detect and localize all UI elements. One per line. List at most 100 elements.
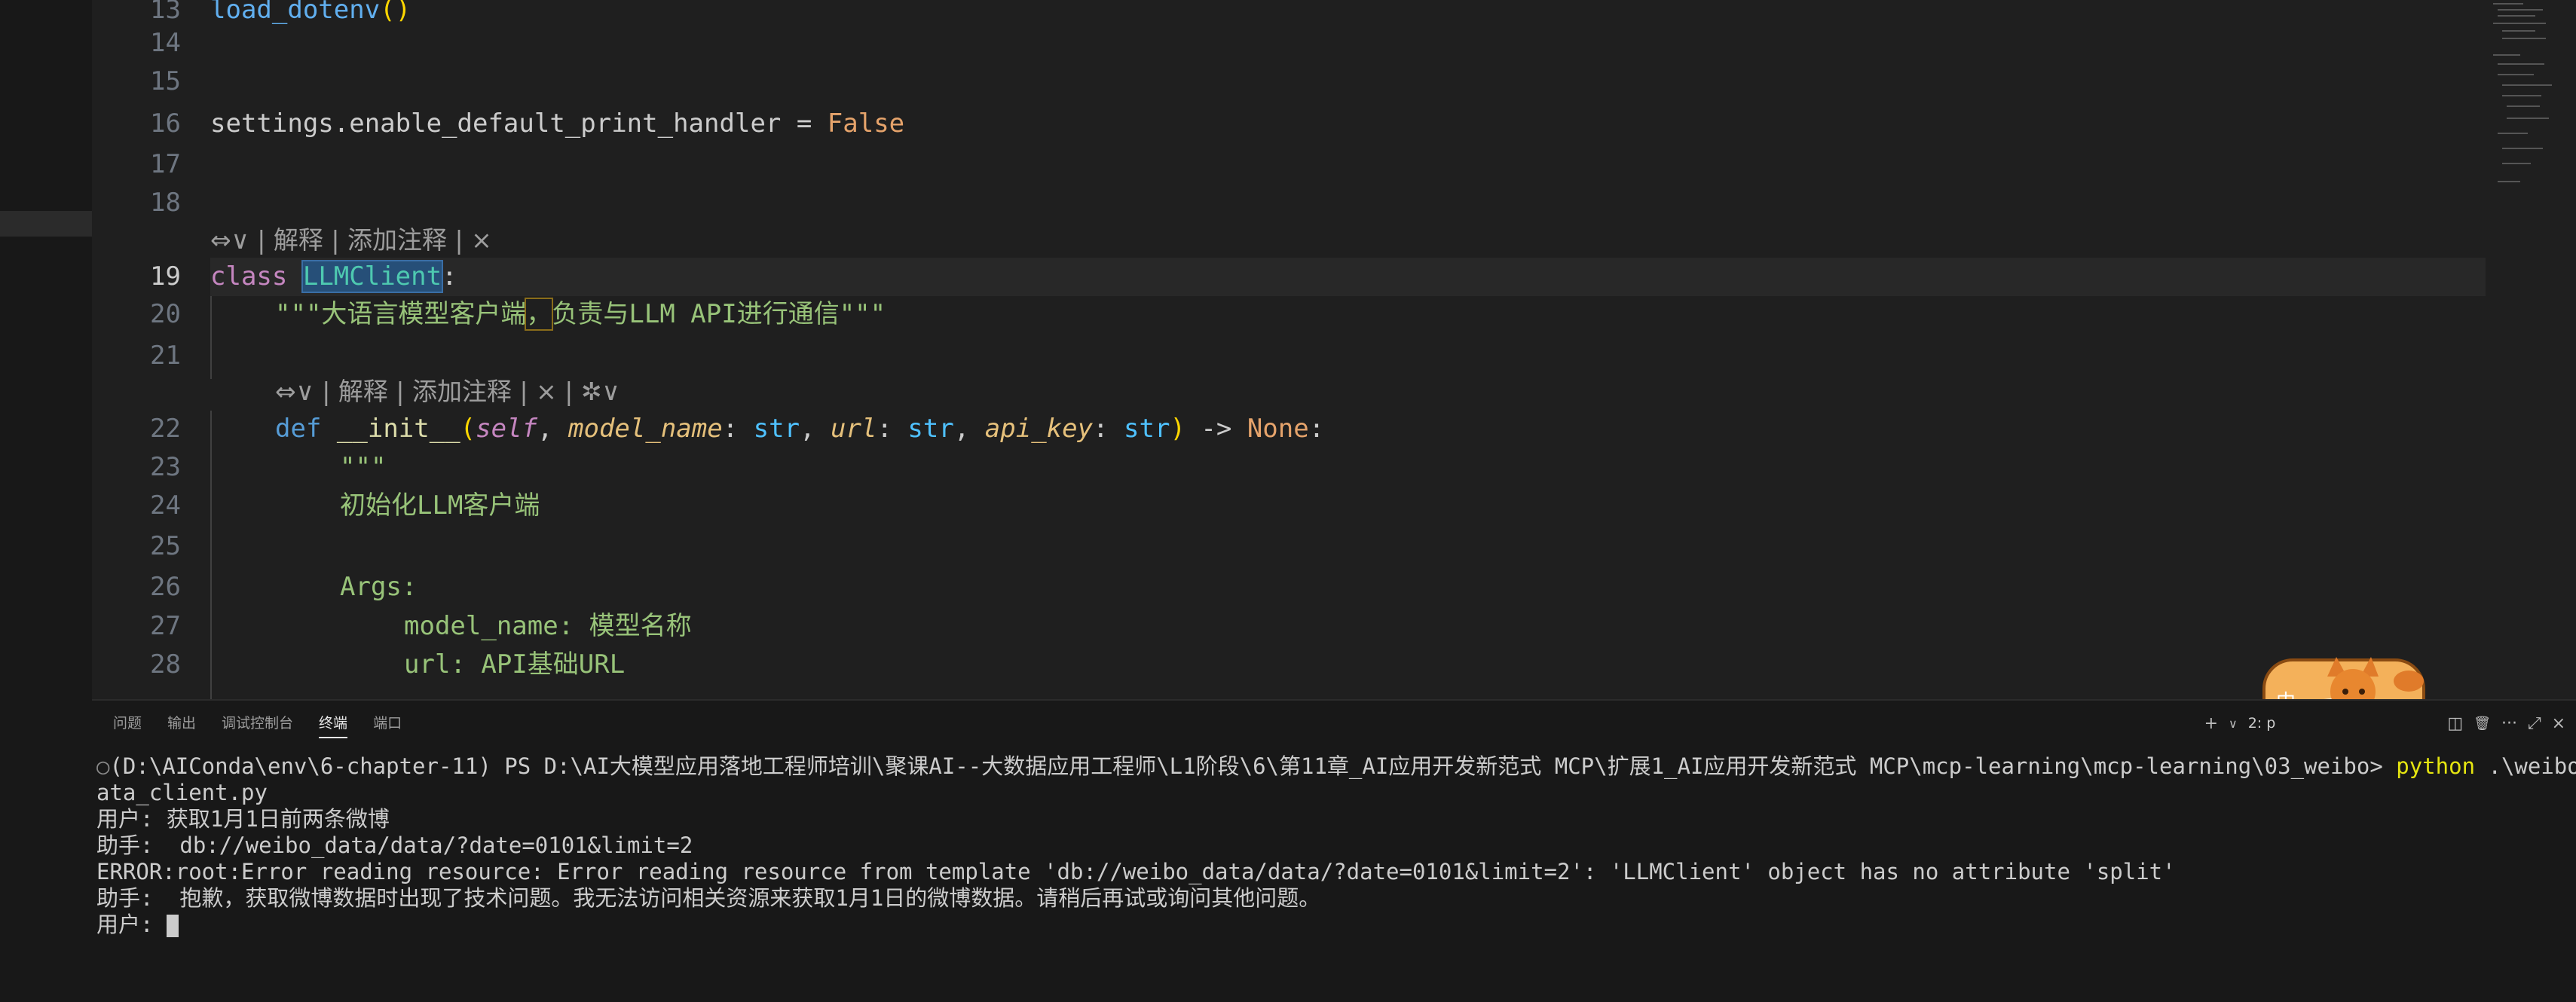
token-docstring: 负责与LLM API进行通信""" bbox=[552, 299, 886, 329]
terminal-line: ERROR:root:Error reading resource: Error… bbox=[96, 859, 2176, 884]
minimap-line bbox=[2507, 105, 2540, 107]
token-function-name: __init__ bbox=[336, 414, 460, 444]
terminal-command-arg: .\weibo_d bbox=[2488, 753, 2576, 779]
line-number: 22 bbox=[150, 414, 181, 444]
line-number: 26 bbox=[150, 572, 181, 602]
line-number: 18 bbox=[150, 188, 181, 218]
code-editor[interactable]: 13 14 15 16 17 18 19 20 21 22 23 24 25 2… bbox=[92, 0, 2576, 699]
token-keyword: class bbox=[210, 261, 288, 292]
token-param: api_key bbox=[984, 414, 1094, 444]
codelens-class[interactable]: ⇔∨ | 解释 | 添加注释 | × bbox=[210, 221, 492, 259]
indent-guide bbox=[210, 296, 212, 379]
token-class-name: LLMClient bbox=[301, 260, 444, 293]
code-line-22[interactable]: def __init__(self, model_name: str, url:… bbox=[275, 410, 1324, 448]
minimap-line bbox=[2498, 15, 2535, 17]
code-line-13[interactable]: load_dotenv() bbox=[210, 0, 411, 29]
minimap-line bbox=[2493, 3, 2523, 5]
token-paren: ( bbox=[380, 0, 396, 25]
token-paren: ) bbox=[395, 0, 411, 25]
token-paren: ( bbox=[460, 414, 476, 444]
code-line-23[interactable]: """ bbox=[340, 448, 386, 487]
terminal-cursor bbox=[166, 915, 179, 937]
code-line-26[interactable]: Args: bbox=[340, 568, 417, 606]
minimap-line bbox=[2502, 38, 2546, 39]
current-line-highlight bbox=[210, 258, 2486, 296]
token-colon: : bbox=[722, 414, 754, 444]
split-terminal-icon[interactable]: ◫ bbox=[2447, 714, 2463, 733]
code-line-24[interactable]: 初始化LLM客户端 bbox=[340, 487, 540, 525]
token-self: self bbox=[476, 414, 538, 444]
tab-ports[interactable]: 端口 bbox=[373, 708, 402, 738]
token-keyword: def bbox=[275, 414, 322, 444]
panel-actions: + ∨ 2: p ◫ 🗑 ··· ⤢ × bbox=[2204, 708, 2565, 738]
minimap-line bbox=[2493, 23, 2546, 24]
code-line-28[interactable]: url: API基础URL bbox=[404, 646, 625, 684]
code-line-19[interactable]: class LLMClient: bbox=[210, 258, 457, 296]
more-actions-icon[interactable]: ··· bbox=[2501, 714, 2517, 733]
terminal-command-wrap: ata_client.py bbox=[96, 780, 268, 805]
tab-debug-console[interactable]: 调试控制台 bbox=[222, 708, 293, 738]
token-text: settings.enable_default_print_handler = bbox=[210, 108, 828, 139]
minimap-line bbox=[2507, 118, 2549, 119]
token-comma: , bbox=[537, 414, 568, 444]
maximize-panel-icon[interactable]: ⤢ bbox=[2528, 714, 2541, 733]
minimap-line bbox=[2498, 133, 2528, 134]
bottom-panel: 问题 输出 调试控制台 终端 端口 + ∨ 2: p ◫ 🗑 ··· ⤢ × ○… bbox=[92, 699, 2576, 1002]
token-colon: : bbox=[442, 261, 457, 292]
line-number: 20 bbox=[150, 299, 181, 329]
prompt-status-icon: ○ bbox=[96, 753, 110, 779]
minimap-line bbox=[2498, 74, 2534, 75]
terminal-output[interactable]: ○(D:\AIConda\env\6-chapter-11) PS D:\AI大… bbox=[96, 753, 2576, 938]
token-colon: : bbox=[1308, 414, 1325, 444]
minimap[interactable] bbox=[2486, 0, 2576, 196]
token-arrow: -> bbox=[1185, 414, 1247, 444]
line-number: 19 bbox=[150, 261, 181, 292]
indent-guide bbox=[210, 411, 212, 699]
line-number: 21 bbox=[150, 341, 181, 371]
minimap-line bbox=[2502, 163, 2531, 164]
minimap-line bbox=[2502, 95, 2541, 96]
line-number: 23 bbox=[150, 452, 181, 482]
code-line-16[interactable]: settings.enable_default_print_handler = … bbox=[210, 105, 904, 143]
trash-icon[interactable]: 🗑 bbox=[2474, 716, 2491, 732]
line-number: 15 bbox=[150, 66, 181, 96]
minimap-line bbox=[2502, 84, 2552, 86]
tab-terminal[interactable]: 终端 bbox=[319, 708, 348, 738]
tab-problems[interactable]: 问题 bbox=[113, 708, 142, 738]
minimap-line bbox=[2502, 30, 2535, 32]
token-type: str bbox=[907, 414, 954, 444]
terminal-line: 助手: 抱歉，获取微博数据时出现了技术问题。我无法访问相关资源来获取1月1日的微… bbox=[96, 885, 1321, 911]
minimap-line bbox=[2498, 181, 2520, 182]
chevron-down-icon[interactable]: ∨ bbox=[2229, 716, 2238, 731]
token-docstring: """大语言模型客户端 bbox=[275, 299, 527, 329]
line-number: 25 bbox=[150, 531, 181, 561]
line-number: 16 bbox=[150, 108, 181, 139]
token-constant: None bbox=[1247, 414, 1309, 444]
line-number: 14 bbox=[150, 28, 181, 58]
token-paren: ) bbox=[1170, 414, 1186, 444]
codelens-def[interactable]: ⇔∨ | 解释 | 添加注释 | × | ✲∨ bbox=[275, 372, 620, 411]
minimap-line bbox=[2502, 148, 2543, 149]
add-terminal-icon[interactable]: + bbox=[2204, 714, 2218, 733]
minimap-line bbox=[2498, 9, 2543, 11]
code-line-20[interactable]: """大语言模型客户端，负责与LLM API进行通信""" bbox=[275, 295, 886, 334]
token-colon: : bbox=[1093, 414, 1124, 444]
close-panel-icon[interactable]: × bbox=[2552, 714, 2565, 733]
token-type: str bbox=[1124, 414, 1170, 444]
token-type: str bbox=[753, 414, 800, 444]
token-param: url bbox=[831, 414, 877, 444]
token-param: model_name bbox=[568, 414, 723, 444]
minimap-line bbox=[2498, 63, 2544, 65]
minimap-line bbox=[2493, 54, 2520, 56]
tab-output[interactable]: 输出 bbox=[167, 708, 196, 738]
terminal-command: python bbox=[2396, 753, 2476, 779]
terminal-selector[interactable]: 2: p bbox=[2248, 715, 2276, 732]
terminal-prompt: (D:\AIConda\env\6-chapter-11) PS D:\AI大模… bbox=[109, 753, 2397, 779]
terminal-input-prompt: 用户: bbox=[96, 912, 167, 937]
token-constant: False bbox=[827, 108, 905, 139]
code-line-27[interactable]: model_name: 模型名称 bbox=[404, 607, 692, 646]
terminal-line: 用户: 获取1月1日前两条微博 bbox=[96, 806, 390, 832]
token-comma: , bbox=[953, 414, 985, 444]
panel-tabs: 问题 输出 调试控制台 终端 端口 bbox=[113, 708, 402, 738]
line-number: 27 bbox=[150, 611, 181, 641]
